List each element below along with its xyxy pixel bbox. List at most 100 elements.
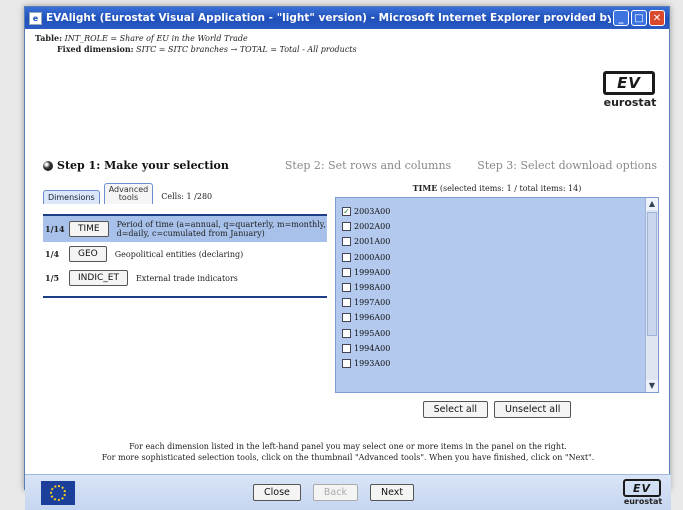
items-panel-header: TIME (selected items: 1 / total items: 1… <box>335 183 659 197</box>
logo-word: eurostat <box>623 497 663 506</box>
list-item[interactable]: 1995A00 <box>342 326 390 341</box>
list-item[interactable]: 1994A00 <box>342 341 390 356</box>
item-label: 1998A00 <box>354 283 391 293</box>
items: ✓ 2003A00 2002A00 2001A00 2000A00 1999A00… <box>342 204 390 371</box>
tab-advanced-line2: tools <box>118 193 139 202</box>
tab-advanced-tools[interactable]: Advanced tools <box>103 183 154 204</box>
list-item[interactable]: ✓ 2003A00 <box>342 204 390 219</box>
dimension-row-time[interactable]: 1/14 TIME Period of time (a=annual, q=qu… <box>43 216 327 242</box>
dimension-description: Geopolitical entities (declaring) <box>114 249 244 259</box>
list-item[interactable]: 1997A00 <box>342 295 390 310</box>
item-label: 1993A00 <box>354 358 391 368</box>
scroll-thumb[interactable] <box>647 212 657 336</box>
eurostat-logo-small: EV eurostat <box>623 479 663 507</box>
selection-info: (selected items: 1 / total items: 14) <box>439 184 582 193</box>
table-label: Table: <box>35 33 63 43</box>
checkbox[interactable]: ✓ <box>342 207 351 217</box>
dimension-count: 1/5 <box>45 273 60 283</box>
checkbox[interactable] <box>342 313 351 323</box>
dimension-count: 1/4 <box>45 249 60 259</box>
tab-dimensions[interactable]: Dimensions <box>43 190 100 204</box>
geo-dimension-button[interactable]: GEO <box>69 246 107 262</box>
next-button[interactable]: Next <box>369 484 415 501</box>
fixed-dimension-value: SITC = SITC branches → TOTAL = Total - A… <box>136 45 357 54</box>
unselect-all-button[interactable]: Unselect all <box>494 401 572 418</box>
scroll-up-icon[interactable]: ▲ <box>646 198 658 210</box>
help-text: For each dimension listed in the left-ha… <box>25 441 671 463</box>
cells-count: Cells: 1 /280 <box>161 192 213 201</box>
checkbox[interactable] <box>342 252 351 262</box>
item-label: 2002A00 <box>354 222 391 232</box>
item-label: 2001A00 <box>354 237 391 247</box>
table-value: INT_ROLE = Share of EU in the World Trad… <box>64 34 248 43</box>
checkbox[interactable] <box>342 328 351 338</box>
back-button[interactable]: Back <box>312 484 358 501</box>
title-bar: e EVAlight (Eurostat Visual Application … <box>25 7 669 29</box>
dimension-row-geo[interactable]: 1/4 GEO Geopolitical entities (declaring… <box>43 242 327 266</box>
checkbox[interactable] <box>342 222 351 232</box>
dimension-list: 1/14 TIME Period of time (a=annual, q=qu… <box>43 214 327 298</box>
item-label: 1994A00 <box>354 343 391 353</box>
list-item[interactable]: 2002A00 <box>342 219 390 234</box>
scroll-down-icon[interactable]: ▼ <box>646 380 658 392</box>
checkbox[interactable] <box>342 267 351 277</box>
selection-buttons: Select all Unselect all <box>335 401 659 418</box>
maximize-button[interactable]: □ <box>631 10 647 26</box>
time-items-list[interactable]: ✓ 2003A00 2002A00 2001A00 2000A00 1999A00… <box>335 197 659 393</box>
indic-et-dimension-button[interactable]: INDIC_ET <box>69 270 128 286</box>
dimensions-panel: Dimensions Advanced tools Cells: 1 /280 … <box>43 183 327 298</box>
minimize-button[interactable]: _ <box>613 10 629 26</box>
checkbox[interactable] <box>342 358 351 368</box>
table-info: Table: INT_ROLE = Share of EU in the Wor… <box>35 33 357 55</box>
help-line-2: For more sophisticated selection tools, … <box>101 453 595 462</box>
step-1: Step 1: Make your selection <box>43 159 229 172</box>
eu-flag-icon <box>41 481 75 505</box>
step-3: Step 3: Select download options <box>477 159 657 172</box>
item-label: 1996A00 <box>354 313 391 323</box>
dimension-description: Period of time (a=annual, q=quarterly, m… <box>116 220 326 238</box>
time-dimension-button[interactable]: TIME <box>69 221 109 237</box>
wizard-steps: Step 1: Make your selection Step 2: Set … <box>43 159 663 172</box>
step-2: Step 2: Set rows and columns <box>284 159 452 172</box>
checkbox[interactable] <box>342 298 351 308</box>
step-bullet-icon <box>43 160 53 171</box>
item-label: 2000A00 <box>354 252 391 262</box>
selected-dimension-name: TIME <box>412 183 438 193</box>
list-item[interactable]: 2001A00 <box>342 234 390 249</box>
navigation-buttons: Close Back Next <box>253 484 415 501</box>
app-icon: e <box>29 11 42 25</box>
window-title: EVAlight (Eurostat Visual Application - … <box>46 12 611 24</box>
list-item[interactable]: 1999A00 <box>342 265 390 280</box>
step-1-label: Step 1: Make your selection <box>57 159 229 172</box>
eurostat-logo: EV eurostat <box>603 71 657 115</box>
list-item[interactable]: 2000A00 <box>342 250 390 265</box>
logo-word: eurostat <box>603 96 657 109</box>
item-label: 2003A00 <box>354 207 391 217</box>
list-item[interactable]: 1996A00 <box>342 310 390 325</box>
checkbox[interactable] <box>342 343 351 353</box>
items-panel: TIME (selected items: 1 / total items: 1… <box>335 183 659 418</box>
vertical-scrollbar[interactable]: ▲ ▼ <box>645 198 658 392</box>
select-all-button[interactable]: Select all <box>422 401 489 418</box>
help-line-1: For each dimension listed in the left-ha… <box>129 442 567 451</box>
item-label: 1995A00 <box>354 328 391 338</box>
page-content: Table: INT_ROLE = Share of EU in the Wor… <box>25 29 671 510</box>
dimension-count: 1/14 <box>45 224 65 234</box>
logo-mark: EV <box>603 71 655 95</box>
fixed-dimension-label: Fixed dimension: <box>57 44 134 54</box>
item-label: 1999A00 <box>354 267 391 277</box>
item-label: 1997A00 <box>354 298 391 308</box>
dimension-row-indic-et[interactable]: 1/5 INDIC_ET External trade indicators <box>43 266 327 290</box>
checkbox[interactable] <box>342 283 351 293</box>
browser-window: e EVAlight (Eurostat Visual Application … <box>24 6 671 510</box>
footer-bar: Close Back Next EV eurostat <box>25 474 671 510</box>
dimension-description: External trade indicators <box>135 273 238 283</box>
close-window-button[interactable]: ✕ <box>649 10 665 26</box>
close-button[interactable]: Close <box>253 484 301 501</box>
divider <box>43 296 327 298</box>
eu-stars-icon <box>50 485 66 501</box>
list-item[interactable]: 1993A00 <box>342 356 390 371</box>
logo-mark: EV <box>623 479 661 497</box>
checkbox[interactable] <box>342 237 351 247</box>
list-item[interactable]: 1998A00 <box>342 280 390 295</box>
